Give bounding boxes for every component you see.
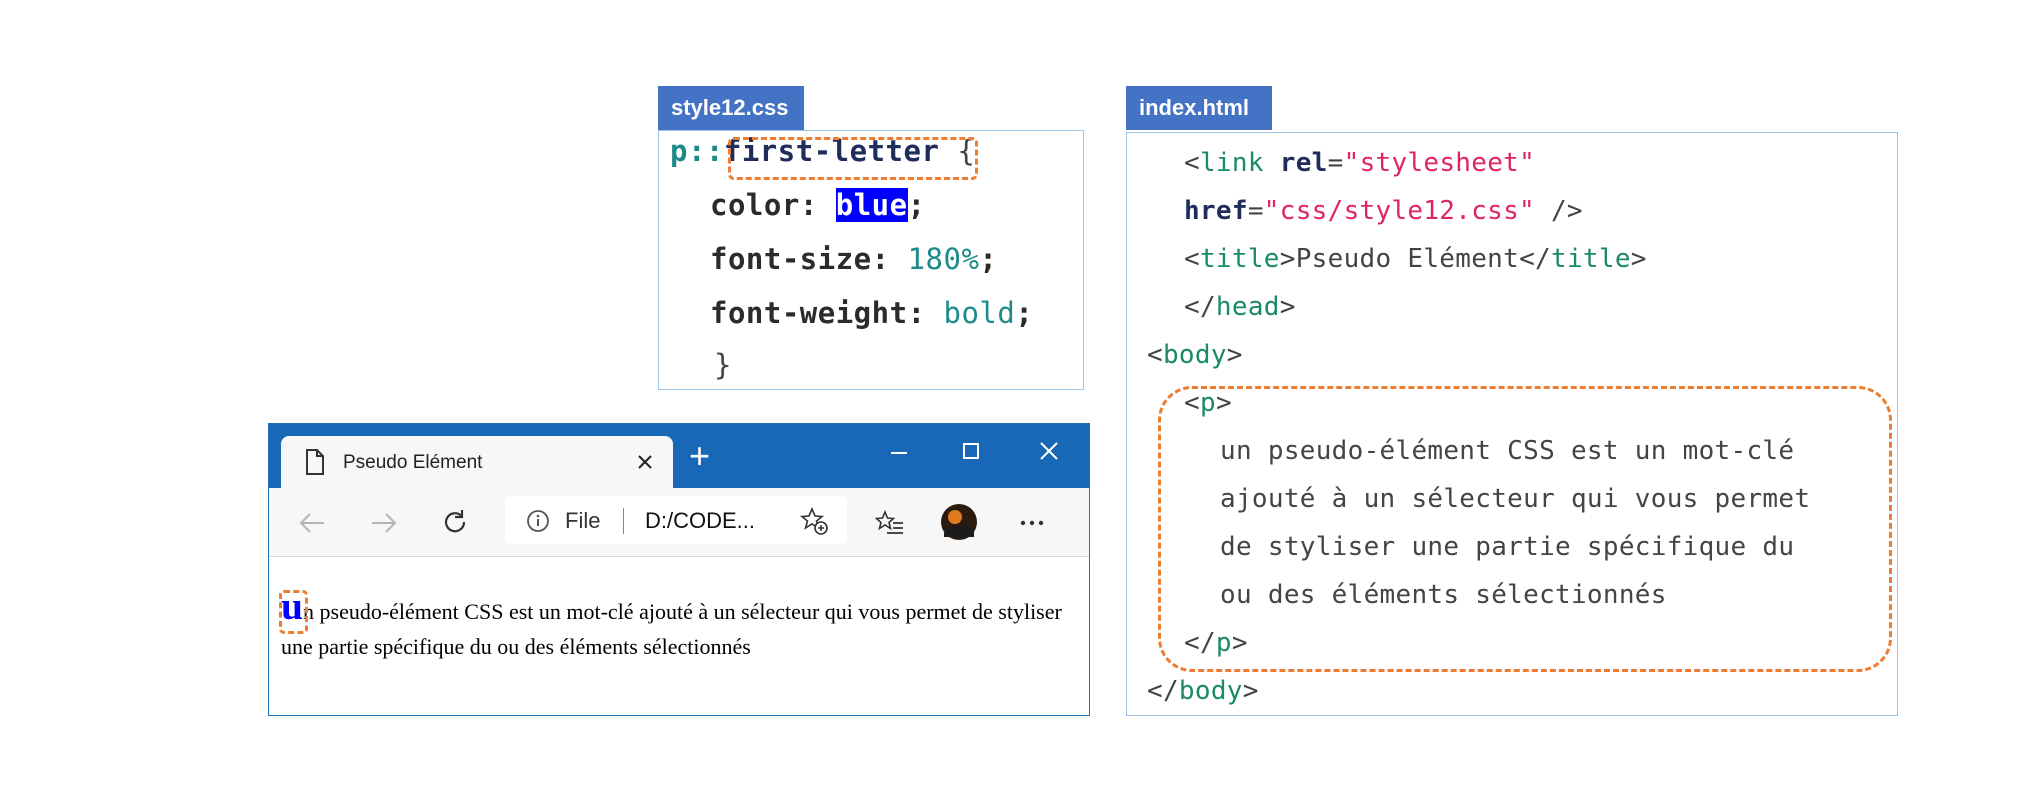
head-close-line: </head> xyxy=(1184,292,1296,322)
more-menu-icon[interactable] xyxy=(1015,508,1049,538)
semicolon: ; xyxy=(979,242,998,276)
selector-prefix: p:: xyxy=(670,134,724,168)
title-close-tag: title xyxy=(1551,244,1631,274)
rel-attr: rel xyxy=(1279,148,1328,178)
info-icon[interactable] xyxy=(525,508,551,534)
prop-name: font-weight xyxy=(710,296,908,330)
add-favorite-icon[interactable] xyxy=(797,504,831,538)
paragraph-text: n pseudo-élément CSS est un mot-clé ajou… xyxy=(281,599,1062,659)
close-tab-icon[interactable] xyxy=(633,450,657,474)
browser-tab[interactable]: Pseudo Elément xyxy=(281,436,673,488)
refresh-icon[interactable] xyxy=(439,506,471,538)
prop-name: color xyxy=(710,188,800,222)
url-separator xyxy=(623,508,624,534)
prop-value: 180% xyxy=(907,242,980,276)
forward-arrow-icon[interactable] xyxy=(369,508,399,538)
lt: < xyxy=(1184,148,1200,178)
href-line: href="css/style12.css" /> xyxy=(1184,196,1583,226)
body-tag: body xyxy=(1162,340,1227,370)
prop-name: font-size xyxy=(710,242,872,276)
browser-window: Pseudo Elément + File D:/CODE... un pseu… xyxy=(268,423,1090,716)
href-value: "css/style12.css" xyxy=(1263,196,1536,226)
close-window-icon[interactable] xyxy=(1029,436,1069,466)
back-arrow-icon[interactable] xyxy=(297,508,327,538)
prop-value: bold xyxy=(943,296,1016,330)
title-text: Pseudo Elément xyxy=(1295,244,1520,274)
html-file-tab[interactable]: index.html xyxy=(1126,86,1272,130)
address-bar[interactable]: File D:/CODE... xyxy=(505,496,847,544)
semicolon: ; xyxy=(1015,296,1034,330)
css-prop-font-size: font-size: 180%; xyxy=(710,242,998,276)
browser-titlebar: Pseudo Elément + xyxy=(269,424,1089,488)
title-tag: title xyxy=(1199,244,1280,274)
url-scheme-label: File xyxy=(565,508,601,533)
first-letter-highlight-box xyxy=(728,137,978,180)
body-open-line: <body> xyxy=(1147,340,1243,370)
title-line: <title>Pseudo Elément</title> xyxy=(1184,244,1647,274)
profile-avatar-icon[interactable] xyxy=(939,502,979,542)
body-close-tag: body xyxy=(1178,676,1243,706)
self-close: /> xyxy=(1535,196,1583,226)
close-brace: } xyxy=(714,348,732,382)
href-attr: href xyxy=(1184,196,1248,226)
paragraph-highlight-box xyxy=(1158,386,1892,672)
prop-value-highlighted: blue xyxy=(835,188,908,222)
link-tag: link xyxy=(1199,148,1264,178)
link-line: <link rel="stylesheet" xyxy=(1184,148,1536,178)
rendered-paragraph: un pseudo-élément CSS est un mot-clé ajo… xyxy=(281,586,1081,664)
body-close-line: </body> xyxy=(1147,676,1259,706)
tab-title: Pseudo Elément xyxy=(343,452,483,473)
url-path: D:/CODE... xyxy=(645,508,756,533)
maximize-icon[interactable] xyxy=(951,436,991,466)
minimize-icon[interactable] xyxy=(879,438,919,468)
browser-toolbar: File D:/CODE... xyxy=(269,488,1089,557)
css-prop-font-weight: font-weight: bold; xyxy=(710,296,1034,330)
head-tag: head xyxy=(1215,292,1280,322)
rel-value: "stylesheet" xyxy=(1343,148,1536,178)
new-tab-button[interactable]: + xyxy=(689,438,710,474)
semicolon: ; xyxy=(907,188,926,222)
css-prop-color: color: blue; xyxy=(710,188,926,222)
document-icon xyxy=(303,448,327,476)
favorites-icon[interactable] xyxy=(873,506,907,540)
css-file-tab[interactable]: style12.css xyxy=(658,86,804,130)
first-letter-rendered-highlight xyxy=(279,590,308,634)
